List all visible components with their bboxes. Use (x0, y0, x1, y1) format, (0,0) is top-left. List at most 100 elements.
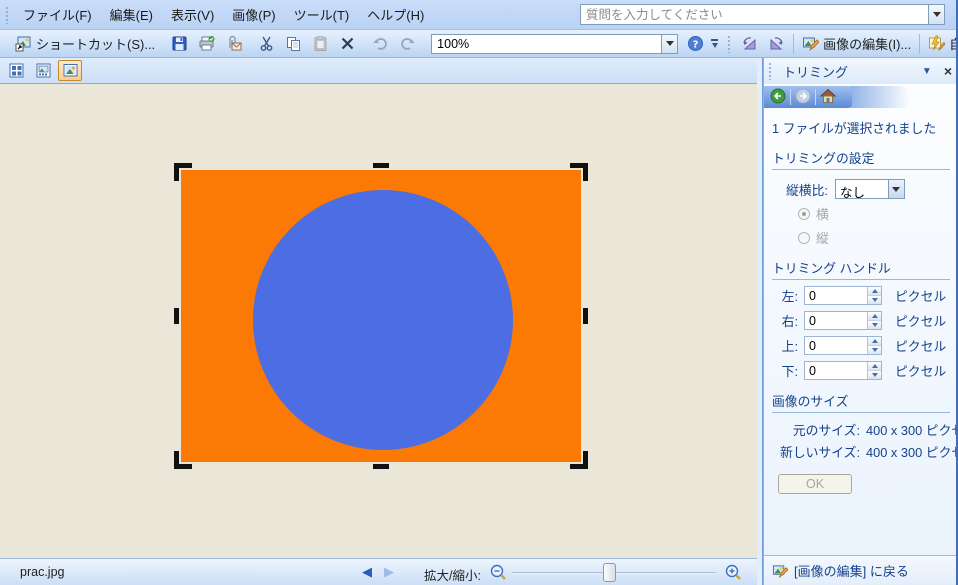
shortcut-button[interactable]: ショートカット(S)... (10, 31, 160, 56)
crop-handle-top[interactable] (373, 163, 389, 168)
forward-button[interactable] (795, 88, 811, 107)
portrait-radio[interactable] (798, 232, 810, 244)
filmstrip-view-button[interactable] (31, 60, 55, 81)
svg-text:?: ? (693, 40, 699, 51)
crop-bottom-row: 下: 0 ピクセル (772, 361, 950, 380)
spin-up-button[interactable] (868, 312, 881, 321)
toolbar-grip[interactable] (727, 35, 731, 53)
crop-handle-top-right[interactable] (570, 163, 588, 181)
chevron-down-icon (933, 12, 941, 17)
rotate-right-button[interactable] (763, 32, 790, 55)
crop-handle-left[interactable] (174, 308, 179, 324)
orientation-portrait-row: 縦 (798, 228, 950, 247)
zoom-out-button[interactable] (489, 563, 507, 584)
redo-button[interactable] (394, 32, 421, 55)
spin-down-button[interactable] (868, 346, 881, 354)
previous-picture-button[interactable]: ◀ (362, 564, 372, 580)
ok-button[interactable]: OK (778, 474, 852, 494)
crop-handle-top-left[interactable] (174, 163, 192, 181)
home-button[interactable] (820, 88, 836, 107)
spin-down-button[interactable] (868, 321, 881, 329)
delete-button[interactable] (334, 32, 361, 55)
paste-icon (312, 35, 329, 52)
spin-down-button[interactable] (868, 296, 881, 304)
crop-left-spin-buttons (867, 287, 881, 304)
navbar-separator (790, 89, 791, 105)
print-button[interactable] (193, 32, 220, 55)
cut-button[interactable] (253, 32, 280, 55)
help-question-input[interactable] (580, 4, 928, 25)
paste-button[interactable] (307, 32, 334, 55)
crop-bottom-spinner[interactable]: 0 (804, 361, 882, 380)
thumbnail-view-button[interactable] (4, 60, 28, 81)
thumbnail-view-icon (8, 62, 25, 79)
task-pane-menu-button[interactable]: ▼ (922, 66, 932, 77)
picture-image[interactable] (181, 170, 581, 462)
crop-left-spinner[interactable]: 0 (804, 286, 882, 305)
crop-bottom-value[interactable]: 0 (805, 362, 867, 379)
crop-handle-bottom[interactable] (373, 464, 389, 469)
crop-right-value[interactable]: 0 (805, 312, 867, 329)
chevron-down-icon (872, 348, 878, 352)
crop-handle-bottom-right[interactable] (570, 451, 588, 469)
chevron-up-icon (872, 314, 878, 318)
autocorrect-button[interactable]: 自動修正(A) (923, 31, 958, 56)
preview-column: prac.jpg ◀ ▶ 拡大/縮小: (0, 58, 757, 585)
toolbar-options-button[interactable] (711, 33, 718, 55)
spin-up-button[interactable] (868, 287, 881, 296)
next-picture-button[interactable]: ▶ (384, 564, 394, 580)
crop-left-row: 左: 0 ピクセル (772, 286, 950, 305)
spin-up-button[interactable] (868, 337, 881, 346)
back-button[interactable] (770, 88, 786, 107)
crop-handle-right[interactable] (583, 308, 588, 324)
zoom-value[interactable]: 100% (431, 34, 661, 54)
landscape-radio[interactable] (798, 208, 810, 220)
single-view-button[interactable] (58, 60, 82, 81)
save-button[interactable] (166, 32, 193, 55)
zoom-combobox: 100% (431, 34, 678, 54)
menu-help[interactable]: ヘルプ(H) (358, 1, 433, 28)
crop-handles-section-title: トリミング ハンドル (772, 258, 950, 280)
undo-button[interactable] (367, 32, 394, 55)
back-to-edit-pictures-link[interactable]: [画像の編集] に戻る (794, 561, 909, 580)
task-pane-grip[interactable] (768, 62, 772, 80)
navbar-buttons (764, 86, 852, 108)
help-button[interactable]: ? (682, 32, 709, 55)
rotate-left-button[interactable] (736, 32, 763, 55)
copy-button[interactable] (280, 32, 307, 55)
menubar-grip[interactable] (5, 6, 9, 24)
crop-top-value[interactable]: 0 (805, 337, 867, 354)
menu-edit[interactable]: 編集(E) (101, 1, 162, 28)
menu-file[interactable]: ファイル(F) (14, 1, 101, 28)
single-view-icon (62, 62, 79, 79)
new-size-value: 400 x 300 ピクセル (860, 442, 958, 461)
zoom-in-button[interactable] (724, 563, 742, 584)
zoom-slider-thumb[interactable] (603, 563, 616, 582)
crop-left-value[interactable]: 0 (805, 287, 867, 304)
mail-button[interactable] (220, 32, 247, 55)
undo-icon (372, 35, 389, 52)
aspect-ratio-dropdown-button[interactable] (888, 180, 904, 198)
task-pane-body: 1 ファイルが選択されました トリミングの設定 縦横比: なし 横 (764, 118, 958, 494)
aspect-ratio-label: 縦横比: (786, 180, 828, 199)
picture-size-section-title: 画像のサイズ (772, 391, 950, 413)
crop-right-spinner[interactable]: 0 (804, 311, 882, 330)
crop-right-label: 右: (772, 311, 798, 330)
menu-tools[interactable]: ツール(T) (285, 1, 359, 28)
aspect-ratio-select[interactable]: なし (835, 179, 905, 199)
spin-down-button[interactable] (868, 371, 881, 379)
toolbar-options-icon (711, 39, 718, 41)
crop-handle-bottom-left[interactable] (174, 451, 192, 469)
edit-pictures-icon (772, 563, 788, 579)
crop-bottom-label: 下: (772, 361, 798, 380)
help-question-dropdown-button[interactable] (928, 4, 945, 25)
spin-up-button[interactable] (868, 362, 881, 371)
edit-pictures-button[interactable]: 画像の編集(I)... (797, 31, 916, 56)
chevron-up-icon (872, 364, 878, 368)
menu-view[interactable]: 表示(V) (162, 1, 223, 28)
picture-circle (253, 190, 513, 450)
zoom-dropdown-button[interactable] (661, 34, 678, 54)
crop-top-spinner[interactable]: 0 (804, 336, 882, 355)
menu-picture[interactable]: 画像(P) (223, 1, 284, 28)
task-pane-close-button[interactable]: × (944, 63, 952, 79)
